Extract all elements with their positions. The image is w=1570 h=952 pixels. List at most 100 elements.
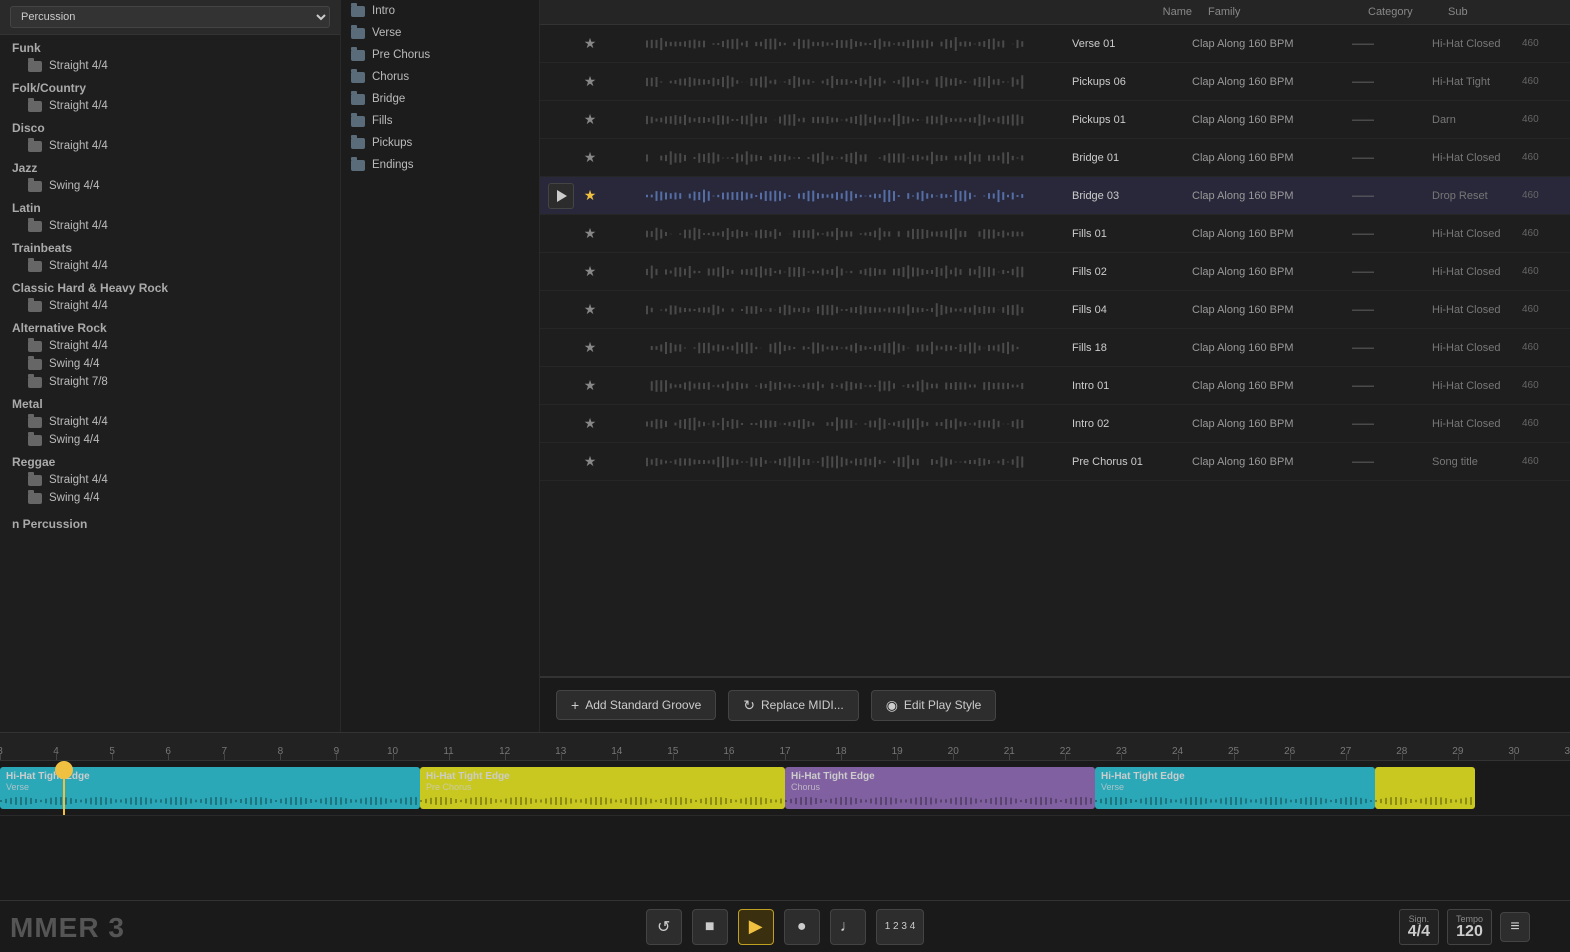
waveform-preview <box>606 333 1066 363</box>
sidebar-item-straight-4/4[interactable]: Straight 4/4 <box>0 471 340 489</box>
table-row[interactable]: ★Fills 18Clap Along 160 BPM——Hi-Hat Clos… <box>540 329 1570 367</box>
pattern-folder-pickups[interactable]: Pickups <box>341 132 539 154</box>
sidebar-item-straight-4/4[interactable]: Straight 4/4 <box>0 137 340 155</box>
timeline-block-title: Hi-Hat Tight Edge <box>791 771 1089 782</box>
timeline-block-3[interactable]: Hi-Hat Tight EdgeVerse <box>1095 767 1375 809</box>
file-extra2: Drop Reset <box>1432 190 1522 202</box>
pattern-folder-verse[interactable]: Verse <box>341 22 539 44</box>
timeline-block-4[interactable] <box>1375 767 1475 809</box>
pattern-folder-chorus[interactable]: Chorus <box>341 66 539 88</box>
star-icon[interactable]: ★ <box>580 225 600 242</box>
star-icon[interactable]: ★ <box>580 187 600 204</box>
table-row[interactable]: ★Intro 01Clap Along 160 BPM——Hi-Hat Clos… <box>540 367 1570 405</box>
pattern-folder-label: Chorus <box>372 71 409 83</box>
sidebar-item-swing-4/4[interactable]: Swing 4/4 <box>0 177 340 195</box>
sidebar-item-straight-4/4[interactable]: Straight 4/4 <box>0 337 340 355</box>
ruler-tick <box>1402 754 1403 760</box>
sidebar-item-label: Straight 7/8 <box>49 376 108 388</box>
pattern-folder-bridge[interactable]: Bridge <box>341 88 539 110</box>
star-icon[interactable]: ★ <box>580 111 600 128</box>
ruler-tick <box>785 754 786 760</box>
star-icon[interactable]: ★ <box>580 73 600 90</box>
table-row[interactable]: ★Fills 01Clap Along 160 BPM——Hi-Hat Clos… <box>540 215 1570 253</box>
play-row-button[interactable] <box>548 183 574 209</box>
menu-button[interactable]: ≡ <box>1500 912 1530 942</box>
star-icon[interactable]: ★ <box>580 35 600 52</box>
time-signature-box[interactable]: Sign. 4/4 <box>1399 909 1439 945</box>
star-icon[interactable]: ★ <box>580 263 600 280</box>
ruler-tick <box>280 754 281 760</box>
sidebar-item-label: Straight 4/4 <box>49 260 108 272</box>
table-row[interactable]: ★Bridge 01Clap Along 160 BPM——Hi-Hat Clo… <box>540 139 1570 177</box>
star-icon[interactable]: ★ <box>580 149 600 166</box>
sidebar-item-straight-4/4[interactable]: Straight 4/4 <box>0 217 340 235</box>
file-extra2: Hi-Hat Closed <box>1432 380 1522 392</box>
sidebar-item-swing-4/4[interactable]: Swing 4/4 <box>0 431 340 449</box>
timeline-block-1[interactable]: Hi-Hat Tight EdgePre Chorus <box>420 767 785 809</box>
star-icon[interactable]: ★ <box>580 301 600 318</box>
file-extra2: Hi-Hat Closed <box>1432 228 1522 240</box>
sidebar-item-straight-4/4[interactable]: Straight 4/4 <box>0 257 340 275</box>
pattern-folder-pre-chorus[interactable]: Pre Chorus <box>341 44 539 66</box>
file-kit: Clap Along 160 BPM <box>1192 304 1352 316</box>
table-row[interactable]: ★Verse 01Clap Along 160 BPM——Hi-Hat Clos… <box>540 25 1570 63</box>
stop-button[interactable]: ■ <box>692 909 728 945</box>
table-row[interactable]: ★Fills 02Clap Along 160 BPM——Hi-Hat Clos… <box>540 253 1570 291</box>
file-name: Pickups 01 <box>1072 114 1192 126</box>
folder-icon <box>28 61 42 72</box>
sidebar-item-straight-4/4[interactable]: Straight 4/4 <box>0 97 340 115</box>
edit-play-style-button[interactable]: ◉ Edit Play Style <box>871 690 997 721</box>
sidebar-item-straight-7/8[interactable]: Straight 7/8 <box>0 373 340 391</box>
file-extra: —— <box>1352 456 1432 468</box>
file-extra3: 460 <box>1522 380 1562 391</box>
ruler-tick <box>112 754 113 760</box>
file-extra2: Hi-Hat Closed <box>1432 418 1522 430</box>
star-icon[interactable]: ★ <box>580 453 600 470</box>
table-row[interactable]: ★Pickups 06Clap Along 160 BPM——Hi-Hat Ti… <box>540 63 1570 101</box>
record-icon: ● <box>797 918 807 936</box>
waveform-preview <box>606 67 1066 97</box>
sidebar-categories: FunkStraight 4/4Folk/CountryStraight 4/4… <box>0 35 340 507</box>
category-dropdown[interactable]: Percussion Drums <box>10 6 330 28</box>
sidebar-item-straight-4/4[interactable]: Straight 4/4 <box>0 297 340 315</box>
sidebar-item-straight-4/4[interactable]: Straight 4/4 <box>0 57 340 75</box>
pattern-folder-endings[interactable]: Endings <box>341 154 539 176</box>
star-icon[interactable]: ★ <box>580 339 600 356</box>
folder-icon <box>28 301 42 312</box>
file-name: Intro 02 <box>1072 418 1192 430</box>
ruler-tick <box>1065 754 1066 760</box>
star-icon[interactable]: ★ <box>580 377 600 394</box>
pattern-folder-fills[interactable]: Fills <box>341 110 539 132</box>
table-row[interactable]: ★Fills 04Clap Along 160 BPM——Hi-Hat Clos… <box>540 291 1570 329</box>
sidebar-item-swing-4/4[interactable]: Swing 4/4 <box>0 489 340 507</box>
playhead-handle[interactable] <box>55 761 73 779</box>
folder-icon <box>28 377 42 388</box>
file-extra: —— <box>1352 342 1432 354</box>
table-row[interactable]: ★Intro 02Clap Along 160 BPM——Hi-Hat Clos… <box>540 405 1570 443</box>
table-row[interactable]: ★Bridge 03Clap Along 160 BPM——Drop Reset… <box>540 177 1570 215</box>
ruler-tick <box>1514 754 1515 760</box>
tempo-box[interactable]: Tempo 120 <box>1447 909 1492 945</box>
table-row[interactable]: ★Pre Chorus 01Clap Along 160 BPM——Song t… <box>540 443 1570 481</box>
ruler-tick <box>0 754 1 760</box>
count-in-button[interactable]: 1 2 3 4 <box>876 909 925 945</box>
sidebar-item-straight-4/4[interactable]: Straight 4/4 <box>0 413 340 431</box>
pattern-folder-label: Intro <box>372 5 395 17</box>
timeline-block-2[interactable]: Hi-Hat Tight EdgeChorus <box>785 767 1095 809</box>
ruler-tick <box>449 754 450 760</box>
file-extra2: Darn <box>1432 114 1522 126</box>
replace-midi-button[interactable]: ↻ Replace MIDI... <box>728 690 858 721</box>
star-icon[interactable]: ★ <box>580 415 600 432</box>
table-row[interactable]: ★Pickups 01Clap Along 160 BPM——Darn460 <box>540 101 1570 139</box>
record-button[interactable]: ● <box>784 909 820 945</box>
pattern-folder-intro[interactable]: Intro <box>341 0 539 22</box>
loop-button[interactable]: ↺ <box>646 909 682 945</box>
play-button[interactable]: ▶ <box>738 909 774 945</box>
timeline-ruler: 3456789101112131415161718192021222324252… <box>0 733 1570 761</box>
file-extra3: 460 <box>1522 38 1562 49</box>
sidebar-item-swing-4/4[interactable]: Swing 4/4 <box>0 355 340 373</box>
sign-value: 4/4 <box>1408 923 1430 940</box>
waveform-preview <box>606 409 1066 439</box>
metronome-button[interactable]: ♩ <box>830 909 866 945</box>
add-standard-groove-button[interactable]: + Add Standard Groove <box>556 690 716 720</box>
